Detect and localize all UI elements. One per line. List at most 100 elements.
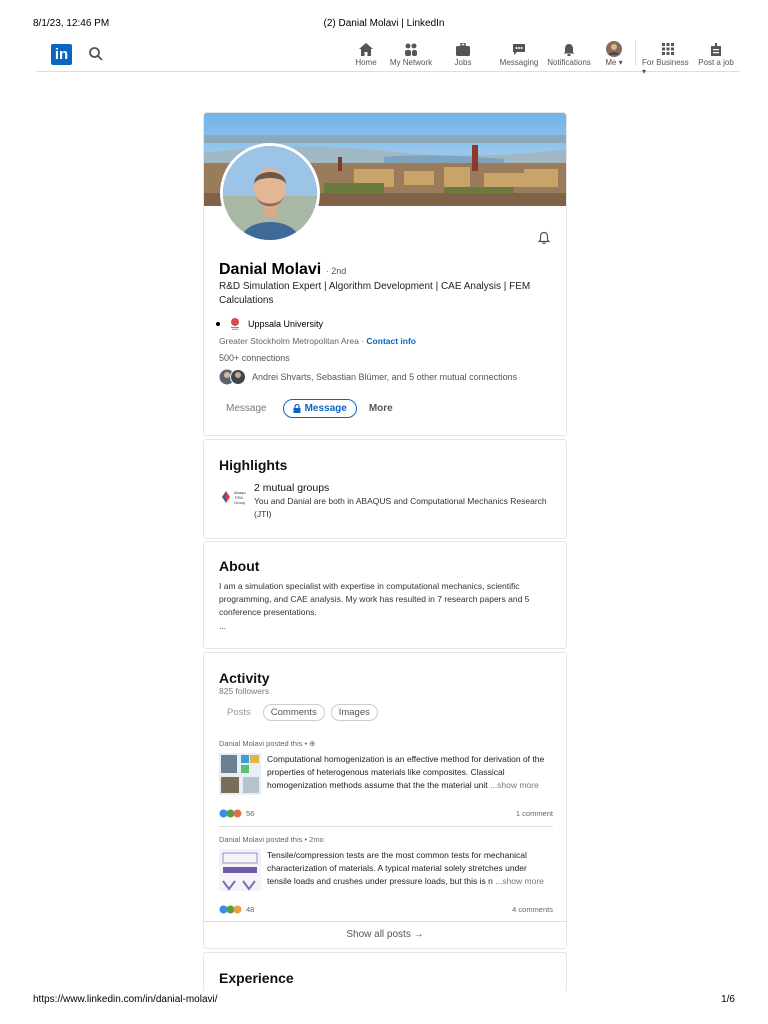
show-more-link[interactable]: ...show more (490, 780, 539, 790)
highlight-item-text: You and Danial are both in ABAQUS and Co… (254, 496, 547, 519)
about-section: About I am a simulation specialist with … (203, 541, 567, 649)
message-button-label: Message (304, 403, 347, 414)
messaging-icon (509, 40, 529, 58)
avatar-icon (604, 40, 624, 58)
linkedin-logo[interactable]: in (51, 44, 72, 65)
mutual-connections[interactable]: Andrei Shvarts, Sebastian Blümer, and 5 … (219, 369, 517, 385)
profile-name: Danial Molavi · 2nd (219, 261, 346, 279)
highlight-item-title[interactable]: 2 mutual groups (254, 482, 329, 494)
activity-title: Activity (219, 670, 270, 686)
mutual-avatars-icon (219, 369, 246, 385)
nav-item-messaging[interactable]: Messaging (497, 40, 541, 76)
search-icon[interactable] (88, 46, 104, 62)
post-reactions[interactable]: 56 (219, 809, 254, 818)
post-text: Tensile/compression tests are the most c… (267, 850, 544, 886)
nav-item-me[interactable]: Me ▾ (599, 40, 629, 76)
globe-icon: ⊕ (309, 739, 316, 748)
nav-item-post-job[interactable]: Post a job (696, 40, 736, 76)
lock-icon (293, 404, 301, 413)
post-comments-count[interactable]: 4 comments (512, 905, 553, 914)
about-text: I am a simulation specialist with expert… (219, 581, 530, 617)
nav-item-label: Messaging (499, 58, 539, 67)
section-divider (204, 921, 566, 922)
nav-item-label: Notifications (547, 58, 591, 67)
post-meta: Danial Molavi posted this • ⊕ (219, 739, 316, 748)
reactions-icon (219, 809, 242, 818)
notification-bell-icon[interactable] (537, 231, 551, 245)
post-meta: Danial Molavi posted this • 2mo (219, 835, 324, 844)
about-ellipsis[interactable]: ... (219, 620, 226, 633)
profile-name-text: Danial Molavi (219, 261, 322, 278)
profile-actions: Message Message More (226, 399, 393, 418)
print-footer: https://www.linkedin.com/in/danial-molav… (33, 994, 735, 1005)
message-button[interactable]: Message (282, 399, 357, 418)
more-button[interactable]: More (369, 403, 393, 414)
bullet-icon (216, 322, 220, 326)
activity-tabs: Posts Comments Images (219, 704, 384, 721)
nav-items: Home My Network Jobs Messaging Notificat… (348, 40, 736, 76)
nav-item-my-network[interactable]: My Network (387, 40, 435, 76)
university-logo-icon (231, 318, 239, 330)
location-text: Greater Stockholm Metropolitan Area · (219, 336, 365, 346)
briefcase-icon (453, 40, 473, 58)
reactions-count: 56 (246, 809, 255, 818)
print-page-number: 1/6 (721, 994, 735, 1005)
print-header: 8/1/23, 12:46 PM (2) Danial Molavi | Lin… (33, 18, 735, 29)
reactions-icon (219, 905, 242, 914)
nav-item-notifications[interactable]: Notifications (545, 40, 593, 76)
post-job-icon (706, 40, 726, 58)
highlights-section: Highlights Abaqus FEA Group 2 mutual gro… (203, 439, 567, 539)
post-thumbnail (219, 753, 261, 795)
grid-icon (658, 40, 678, 58)
profile-location: Greater Stockholm Metropolitan Area · Co… (219, 336, 416, 346)
group-logo-icon: Abaqus FEA Group (222, 490, 246, 505)
experience-section: Experience (203, 952, 567, 992)
nav-item-label: Home (355, 58, 377, 67)
tab-comments[interactable]: Comments (262, 704, 325, 721)
home-icon (356, 40, 376, 58)
post-item[interactable]: Danial Molavi posted this • ⊕ Computatio… (219, 739, 553, 825)
nav-item-label: My Network (389, 58, 433, 67)
post-text: Computational homogenization is an effec… (267, 754, 545, 790)
profile-card: Danial Molavi · 2nd R&D Simulation Exper… (203, 112, 567, 436)
nav-item-label: For Business ▾ (642, 58, 689, 76)
post-reactions[interactable]: 48 (219, 905, 254, 914)
post-divider (219, 826, 553, 827)
bell-icon (559, 40, 579, 58)
tab-images[interactable]: Images (330, 704, 378, 721)
experience-title: Experience (219, 970, 294, 986)
followers-count: 825 followers (219, 686, 270, 696)
education-name: Uppsala University (248, 319, 324, 329)
about-title: About (219, 558, 260, 574)
profile-headline: R&D Simulation Expert | Algorithm Develo… (219, 281, 531, 306)
post-item[interactable]: Danial Molavi posted this • 2mo Tensile/… (219, 835, 553, 921)
top-navigation-bar: in Home My Network Jobs Messaging Notifi… (36, 38, 740, 76)
post-comments-count[interactable]: 1 comment (516, 809, 553, 818)
profile-photo[interactable] (220, 143, 320, 243)
reactions-count: 48 (246, 905, 255, 914)
connections-count[interactable]: 500+ connections (219, 353, 290, 363)
mutual-connections-text: Andrei Shvarts, Sebastian Blümer, and 5 … (252, 372, 518, 382)
nav-item-jobs[interactable]: Jobs (447, 40, 479, 76)
nav-divider (635, 40, 636, 66)
nav-item-home[interactable]: Home (348, 40, 384, 76)
nav-item-label: Jobs (454, 58, 472, 67)
contact-info-link[interactable]: Contact info (366, 336, 416, 346)
post-thumbnail (219, 849, 261, 891)
nav-item-label: Me ▾ (605, 58, 623, 67)
connection-degree: · 2nd (325, 266, 347, 276)
show-all-posts-button[interactable]: Show all posts → (204, 929, 566, 940)
highlights-title: Highlights (219, 457, 288, 473)
nav-item-label: Post a job (698, 58, 734, 67)
print-date: 8/1/23, 12:46 PM (33, 18, 110, 29)
network-icon (401, 40, 421, 58)
message-plain-button[interactable]: Message (226, 403, 267, 414)
tab-posts[interactable]: Posts (227, 707, 251, 718)
show-more-link[interactable]: ...show more (495, 876, 544, 886)
print-url: https://www.linkedin.com/in/danial-molav… (33, 994, 218, 1005)
svg-text:Group: Group (234, 500, 246, 505)
education-item[interactable]: Uppsala University (216, 317, 323, 331)
nav-item-for-business[interactable]: For Business ▾ (642, 40, 694, 76)
activity-section: Activity 825 followers Posts Comments Im… (203, 652, 567, 949)
print-title: (2) Danial Molavi | LinkedIn (323, 18, 445, 29)
